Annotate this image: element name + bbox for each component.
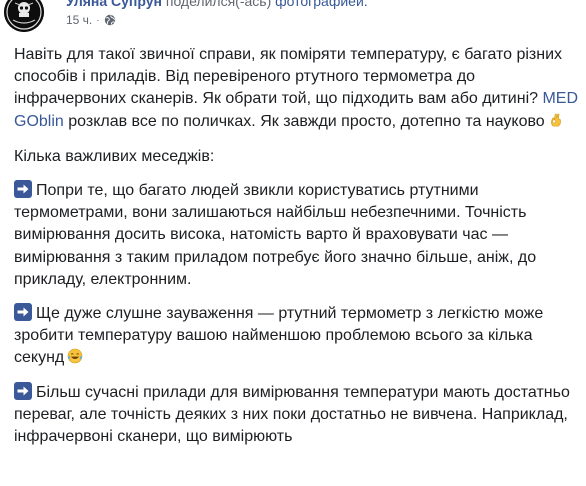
right-arrow-icon [14,180,32,199]
paragraph-messages-heading: Кілька важливих меседжів: [14,147,215,165]
post-header: Уляна Супрун поделился(-ась) фотографией… [0,0,586,34]
point-3-text: Більш сучасні прилади для вимірювання те… [14,383,570,446]
post-meta: 15 ч. · [66,13,116,27]
ok-hand-emoji-icon [548,112,564,128]
timestamp-link[interactable]: 15 ч. [66,13,92,27]
point-2-text: Ще дуже слушне зауваження — ртутний терм… [14,305,544,367]
action-text: поделился(-ась) [165,0,272,9]
facebook-post: Уляна Супрун поделился(-ась) фотографией… [0,0,586,486]
author-name-link[interactable]: Уляна Супрун [66,0,162,9]
paragraph-point-1: Попри те, що багато людей звикли користу… [14,180,580,291]
post-body: Навіть для такої звичної справи, як помі… [14,44,580,448]
tears-of-joy-emoji-icon [67,348,83,364]
paragraph-point-2: Ще дуже слушне зауваження — ртутний терм… [14,303,580,370]
point-1-text: Попри те, що багато людей звикли користу… [14,182,537,288]
author-line: Уляна Супрун поделился(-ась) фотографией… [66,0,368,13]
intro-text-end: розклав все по поличках. Як завжди прост… [63,112,545,130]
author-avatar[interactable] [4,0,44,32]
globe-icon[interactable] [104,14,116,26]
right-arrow-icon [14,381,32,400]
meta-separator: · [96,14,100,26]
paragraph-point-3: Більш сучасні прилади для вимірювання те… [14,381,580,449]
intro-text: Навіть для такої звичної справи, як помі… [14,46,563,108]
photo-link[interactable]: фотографией. [275,0,368,9]
right-arrow-icon [14,303,32,322]
avatar-logo-icon [4,0,44,32]
paragraph-intro: Навіть для такої звичної справи, як помі… [14,44,580,133]
